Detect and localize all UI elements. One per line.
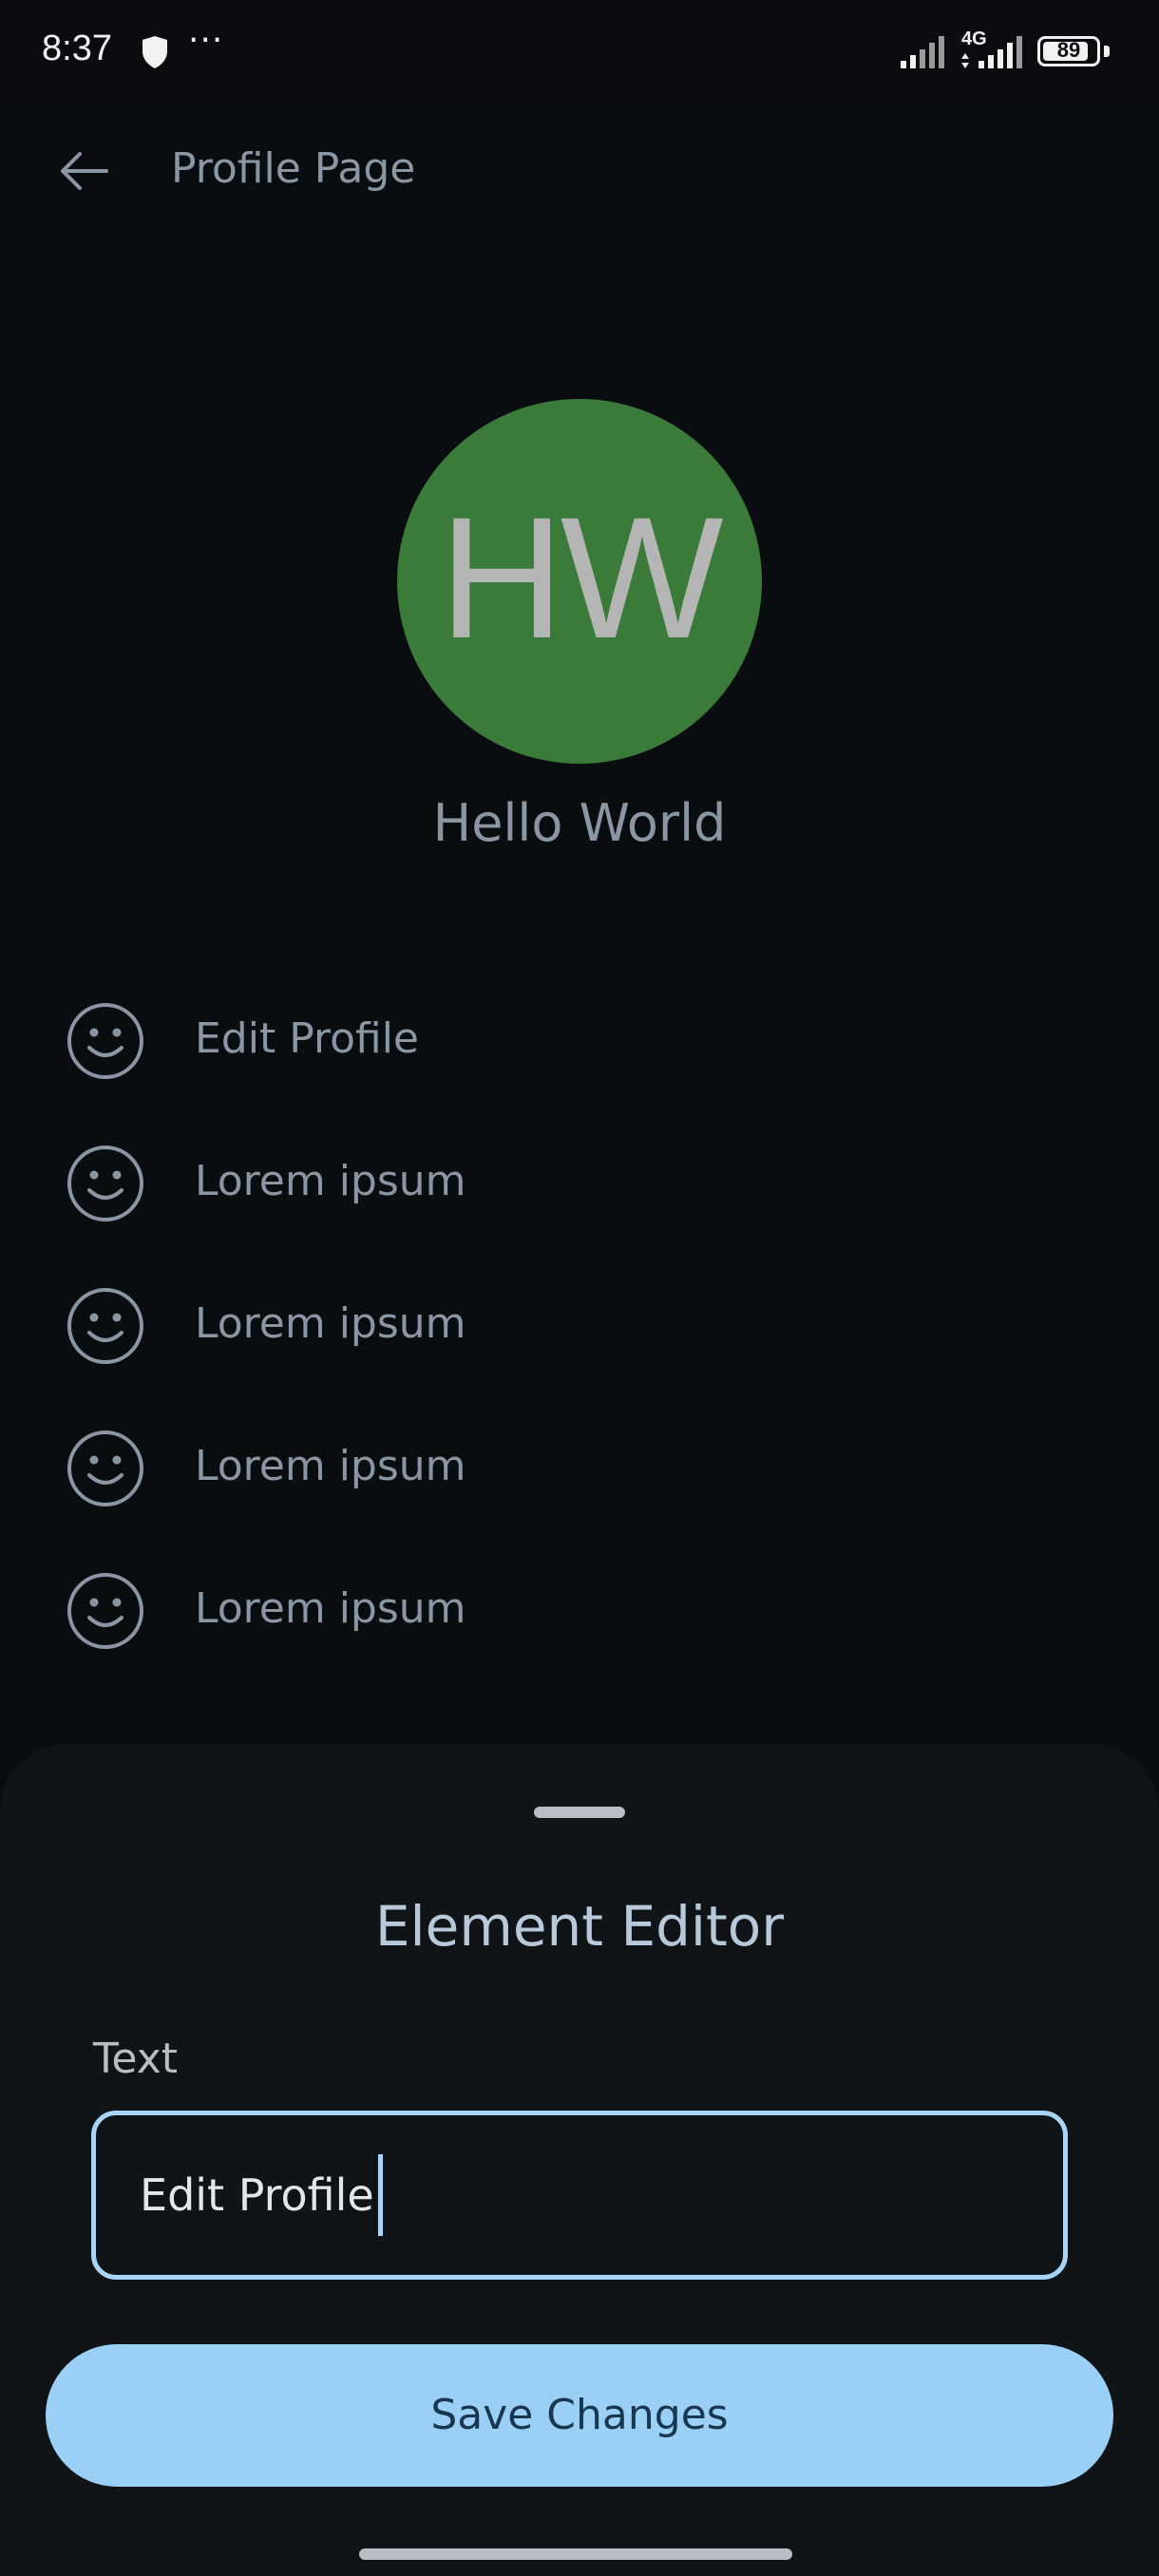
text-input[interactable]: [91, 2111, 1068, 2280]
element-editor-sheet: Element Editor Text Save Changes: [0, 1744, 1159, 2576]
shield-icon: [142, 36, 167, 68]
menu-item-lorem-2[interactable]: Lorem ipsum: [0, 1273, 1159, 1377]
menu-item-label: Lorem ipsum: [195, 1299, 466, 1348]
avatar: HW: [397, 399, 762, 764]
signal-icon: [961, 36, 1022, 68]
menu-item-lorem-3[interactable]: Lorem ipsum: [0, 1415, 1159, 1520]
smiley-face-icon: [67, 1573, 143, 1649]
smiley-face-icon: [67, 1288, 143, 1364]
gesture-nav-bar[interactable]: [359, 2548, 792, 2560]
status-time: 8:37: [42, 28, 112, 68]
menu-item-lorem-1[interactable]: Lorem ipsum: [0, 1130, 1159, 1235]
status-bar: 8:37 ··· 4G 89: [0, 0, 1159, 104]
smiley-face-icon: [67, 1430, 143, 1506]
menu-item-lorem-4[interactable]: Lorem ipsum: [0, 1558, 1159, 1662]
menu-item-edit-profile[interactable]: Edit Profile: [0, 988, 1159, 1092]
menu-item-label: Edit Profile: [195, 1014, 420, 1063]
save-changes-button[interactable]: Save Changes: [46, 2344, 1113, 2487]
page-title: Profile Page: [171, 144, 416, 193]
arrow-left-icon[interactable]: [55, 142, 112, 199]
sheet-title: Element Editor: [374, 1894, 785, 1959]
menu-item-label: Lorem ipsum: [195, 1442, 466, 1490]
battery-level: 89: [1056, 38, 1081, 62]
sheet-drag-handle[interactable]: [534, 1807, 625, 1818]
user-name: Hello World: [432, 793, 727, 853]
battery-icon: 89: [1037, 36, 1100, 66]
smiley-face-icon: [67, 1003, 143, 1079]
menu-item-label: Lorem ipsum: [195, 1157, 466, 1205]
battery-tip: [1104, 46, 1110, 57]
text-cursor: [377, 2154, 383, 2236]
smiley-face-icon: [67, 1146, 143, 1222]
signal-icon: [901, 36, 944, 68]
status-more-dots: ···: [188, 21, 224, 60]
text-field-label: Text: [93, 2035, 178, 2083]
menu-item-label: Lorem ipsum: [195, 1584, 466, 1633]
avatar-initials: HW: [439, 481, 723, 674]
